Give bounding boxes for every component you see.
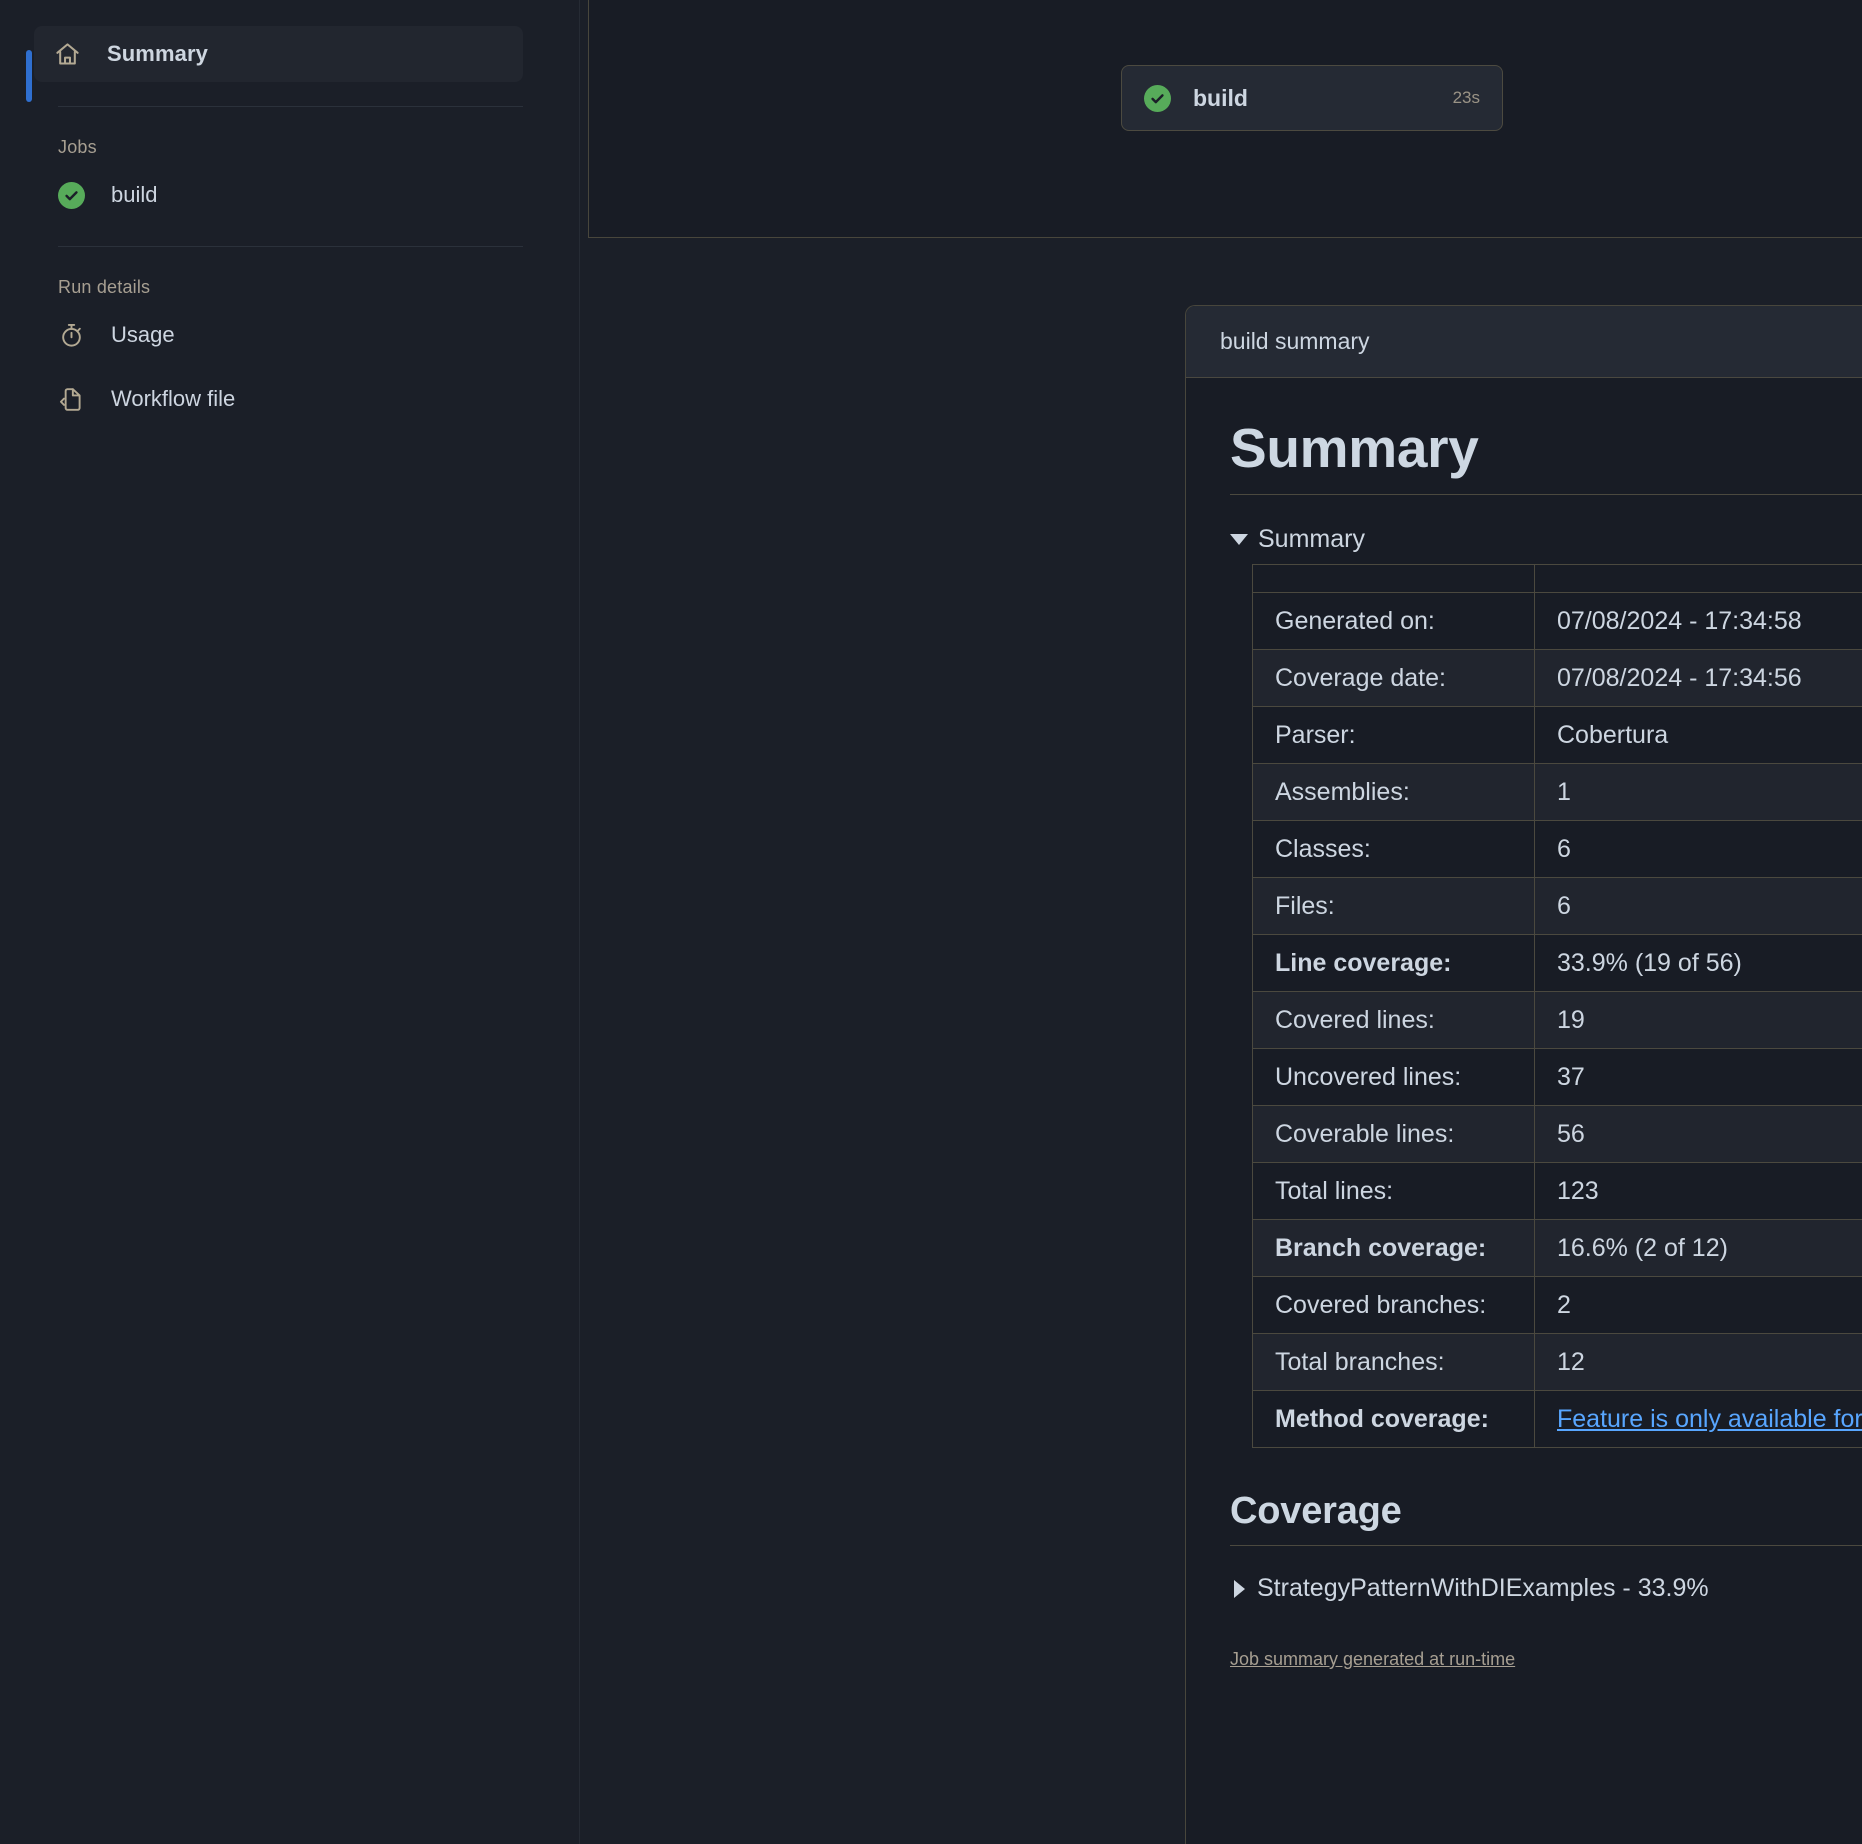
table-row: Assemblies: 1 <box>1252 763 1862 821</box>
summary-details-toggle-label: Summary <box>1258 525 1365 553</box>
graph-node-duration: 23s <box>1452 88 1480 107</box>
build-summary-title: build summary <box>1220 328 1370 354</box>
table-cell-label: Total branches: <box>1252 1333 1535 1391</box>
coverage-summary-table: Generated on: 07/08/2024 - 17:34:58 Covera… <box>1252 564 1862 1448</box>
table-cell-label: Parser: <box>1252 706 1535 764</box>
table-header-cell-label <box>1252 564 1535 593</box>
table-row: Covered branches: 2 <box>1252 1276 1862 1334</box>
table-cell-label: Coverable lines: <box>1252 1105 1535 1163</box>
sidebar-item-summary[interactable]: Summary <box>34 26 523 82</box>
coverage-assembly-label: StrategyPatternWithDIExamples - 33.9% <box>1257 1574 1709 1602</box>
sidebar-item-workflow-file[interactable]: Workflow file <box>0 372 579 426</box>
table-cell-label: Covered lines: <box>1252 991 1535 1049</box>
sidebar-item-build[interactable]: build <box>0 168 579 222</box>
table-cell-label: Line coverage: <box>1252 934 1535 992</box>
sidebar-section-run-details: Run details <box>58 277 151 297</box>
sidebar-item-summary-label: Summary <box>107 41 208 66</box>
table-cell-value: 07/08/2024 - 17:34:58 <box>1534 592 1862 650</box>
graph-node-success-icon <box>1144 84 1171 112</box>
table-cell-label: Branch coverage: <box>1252 1219 1535 1277</box>
graph-node-label: build <box>1193 84 1248 111</box>
table-cell-value: 2 <box>1534 1276 1862 1334</box>
sidebar: Summary Jobs build Run details Usage Wor… <box>0 0 580 1844</box>
table-header-cell-value <box>1534 564 1862 593</box>
table-row: Files: 6 <box>1252 877 1862 935</box>
page-title: Summary <box>1230 416 1862 495</box>
build-summary-body: Summary Summary Generated on: 07/08/2024 … <box>1186 378 1862 1710</box>
table-header-row <box>1252 564 1862 593</box>
table-row: Uncovered lines: 37 <box>1252 1048 1862 1106</box>
table-cell-label: Total lines: <box>1252 1162 1535 1220</box>
triangle-down-icon <box>1230 534 1248 545</box>
table-cell-value: 12 <box>1534 1333 1862 1391</box>
success-check-icon <box>58 181 85 209</box>
table-cell-label: Classes: <box>1252 820 1535 878</box>
summary-details-toggle[interactable]: Summary <box>1230 525 1862 554</box>
table-cell-value: 07/08/2024 - 17:34:56 <box>1534 649 1862 707</box>
sidebar-section-jobs: Jobs <box>58 137 97 157</box>
table-cell-value: 33.9% (19 of 56) <box>1534 934 1862 992</box>
stopwatch-icon <box>58 322 85 349</box>
table-row: Branch coverage: 16.6% (2 of 12) <box>1252 1219 1862 1277</box>
table-cell-value: 19 <box>1534 991 1862 1049</box>
table-cell-value: 6 <box>1534 820 1862 878</box>
table-cell-label: Coverage date: <box>1252 649 1535 707</box>
main-content: build 23s − + build <box>580 0 1862 1844</box>
table-row: Covered lines: 19 <box>1252 991 1862 1049</box>
build-summary-header: build summary <box>1186 306 1862 378</box>
table-cell-label: Generated on: <box>1252 592 1535 650</box>
sponsors-link[interactable]: Feature is only available for sponsors <box>1557 1405 1862 1433</box>
graph-node-build[interactable]: build 23s <box>1121 65 1503 131</box>
table-cell-value: 123 <box>1534 1162 1862 1220</box>
sidebar-summary-wrap: Summary <box>0 26 579 102</box>
table-body: Generated on: 07/08/2024 - 17:34:58 Covera… <box>1252 592 1862 1448</box>
table-row: Generated on: 07/08/2024 - 17:34:58 <box>1252 592 1862 650</box>
table-row: Total branches: 12 <box>1252 1333 1862 1391</box>
workflow-graph-panel: build 23s − + <box>588 0 1862 238</box>
table-cell-value: 16.6% (2 of 12) <box>1534 1219 1862 1277</box>
table-cell-value: Cobertura <box>1534 706 1862 764</box>
coverage-assembly-toggle[interactable]: StrategyPatternWithDIExamples - 33.9% <box>1234 1574 1862 1603</box>
workflow-run-page: Summary Jobs build Run details Usage Wor… <box>0 0 1862 1844</box>
table-row: Method coverage: Feature is only availabl… <box>1252 1390 1862 1448</box>
table-cell-value: 56 <box>1534 1105 1862 1163</box>
table-cell-value: Feature is only available for sponsors <box>1534 1390 1862 1448</box>
table-row: Total lines: 123 <box>1252 1162 1862 1220</box>
table-cell-label: Assemblies: <box>1252 763 1535 821</box>
active-indicator-bar <box>26 50 32 102</box>
file-code-icon <box>58 386 85 413</box>
table-cell-label: Files: <box>1252 877 1535 935</box>
table-cell-value: 37 <box>1534 1048 1862 1106</box>
footnote-text: Job summary generated at run-time <box>1230 1649 1516 1669</box>
table-row: Coverage date: 07/08/2024 - 17:34:56 <box>1252 649 1862 707</box>
triangle-right-icon <box>1234 1579 1245 1598</box>
build-summary-panel: build summary Summary Summary Generated … <box>1185 305 1862 1844</box>
table-cell-label: Method coverage: <box>1252 1390 1535 1448</box>
table-row: Line coverage: 33.9% (19 of 56) <box>1252 934 1862 992</box>
table-cell-label: Covered branches: <box>1252 1276 1535 1334</box>
table-head <box>1252 564 1862 593</box>
table-row: Parser: Cobertura <box>1252 706 1862 764</box>
table-row: Coverable lines: 56 <box>1252 1105 1862 1163</box>
sidebar-item-usage[interactable]: Usage <box>0 308 579 362</box>
coverage-heading: Coverage <box>1230 1490 1862 1546</box>
table-cell-value: 6 <box>1534 877 1862 935</box>
home-icon <box>54 41 81 68</box>
sidebar-item-workflow-file-label: Workflow file <box>111 386 236 411</box>
sidebar-item-usage-label: Usage <box>111 322 175 347</box>
sidebar-item-build-label: build <box>111 182 158 207</box>
table-row: Classes: 6 <box>1252 820 1862 878</box>
table-cell-label: Uncovered lines: <box>1252 1048 1535 1106</box>
table-cell-value: 1 <box>1534 763 1862 821</box>
